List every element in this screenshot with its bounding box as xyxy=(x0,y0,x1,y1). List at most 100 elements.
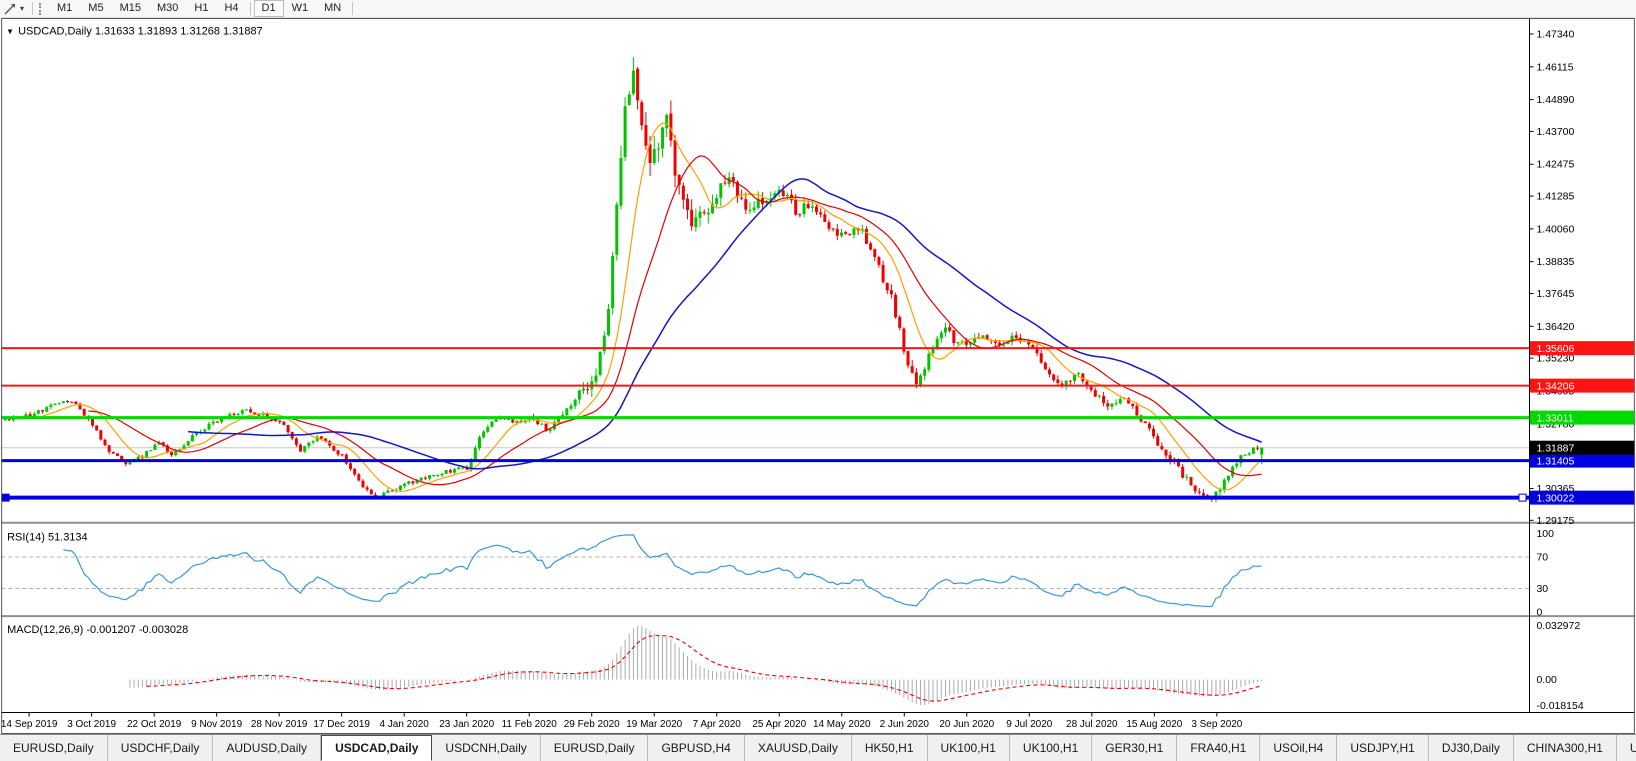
svg-text:1.38835: 1.38835 xyxy=(1536,257,1574,268)
trendline-tool-glyph xyxy=(3,2,17,16)
svg-text:20 Jun 2020: 20 Jun 2020 xyxy=(939,719,994,730)
price-badge-1.31405: 1.31405 xyxy=(1530,454,1634,468)
timeframe-toolbar: ▾ M1M5M15M30H1H4 D1W1MN xyxy=(0,0,1636,18)
toolbar-separator xyxy=(352,2,353,15)
svg-text:3 Sep 2020: 3 Sep 2020 xyxy=(1191,719,1242,730)
svg-text:17 Dec 2019: 17 Dec 2019 xyxy=(313,719,370,730)
candlesticks xyxy=(4,57,1264,502)
svg-text:-0.018154: -0.018154 xyxy=(1536,701,1583,712)
chart-tab-usdjpy-h1[interactable]: USDJPY,H1 xyxy=(1337,735,1428,761)
chart-collapse-icon[interactable]: ▼ xyxy=(6,27,14,36)
chart-tab-usdcad-daily[interactable]: USDCAD,Daily xyxy=(321,735,432,761)
svg-text:23 Jan 2020: 23 Jan 2020 xyxy=(439,719,494,730)
timeframe-button-m30[interactable]: M30 xyxy=(149,0,186,17)
svg-text:30: 30 xyxy=(1536,584,1548,595)
rsi-label: RSI(14) 51.3134 xyxy=(7,531,88,543)
svg-text:1.33011: 1.33011 xyxy=(1536,414,1573,425)
chart-tab-audusd-daily[interactable]: AUDUSD,Daily xyxy=(213,735,321,761)
timeframe-button-mn[interactable]: MN xyxy=(316,0,349,17)
svg-text:1.35230: 1.35230 xyxy=(1536,354,1574,365)
macd-histogram xyxy=(130,626,1262,705)
line-handle-right[interactable] xyxy=(1519,494,1526,501)
svg-text:1.31405: 1.31405 xyxy=(1536,457,1574,468)
svg-text:22 Oct 2019: 22 Oct 2019 xyxy=(127,719,182,730)
svg-text:15 Aug 2020: 15 Aug 2020 xyxy=(1126,719,1182,730)
chart-tab-usdchf-daily[interactable]: USDCHF,Daily xyxy=(108,735,214,761)
svg-text:1.31887: 1.31887 xyxy=(1536,444,1574,455)
chart-ohlc-header: USDCAD,Daily 1.31633 1.31893 1.31268 1.3… xyxy=(18,25,263,37)
svg-text:9 Nov 2019: 9 Nov 2019 xyxy=(191,719,242,730)
chart-tab-eurusd-daily[interactable]: EURUSD,Daily xyxy=(541,735,649,761)
price-badge-1.31887: 1.31887 xyxy=(1530,441,1634,455)
timeframe-button-m15[interactable]: M15 xyxy=(112,0,149,17)
timeframe-button-d1[interactable]: D1 xyxy=(254,0,284,17)
svg-text:9 Jul 2020: 9 Jul 2020 xyxy=(1006,719,1052,730)
svg-text:100: 100 xyxy=(1536,529,1554,540)
chart-tab-eurusd-daily[interactable]: EURUSD,Daily xyxy=(0,735,108,761)
timeframe-button-m1[interactable]: M1 xyxy=(49,0,80,17)
macd-label: MACD(12,26,9) -0.001207 -0.003028 xyxy=(7,624,188,636)
chart-tab-dj30-daily[interactable]: DJ30,Daily xyxy=(1429,735,1514,761)
svg-text:1.29175: 1.29175 xyxy=(1536,516,1574,527)
chart-tab-gbpusd-h4[interactable]: GBPUSD,H4 xyxy=(648,735,744,761)
chart-tab-uk100-h1[interactable]: UK100,H1 xyxy=(1010,735,1092,761)
draw-tool-dropdown-caret-icon[interactable]: ▾ xyxy=(19,1,29,16)
timeframe-button-w1[interactable]: W1 xyxy=(284,0,317,17)
toolbar-separator xyxy=(32,2,33,15)
chart-tab-hk50-h1[interactable]: HK50,H1 xyxy=(852,735,928,761)
chart-tab-xauusd-daily[interactable]: XAUUSD,Daily xyxy=(745,735,852,761)
trendline-tool-icon[interactable] xyxy=(1,1,19,16)
svg-text:14 Sep 2019: 14 Sep 2019 xyxy=(1,719,58,730)
timeframe-button-h1[interactable]: H1 xyxy=(186,0,216,17)
svg-text:0.032972: 0.032972 xyxy=(1536,621,1580,632)
svg-text:70: 70 xyxy=(1536,552,1548,563)
price-axis[interactable]: 1.473401.461151.448901.437001.424751.412… xyxy=(1530,29,1584,712)
toolbar-separator xyxy=(250,2,251,15)
svg-text:25 Apr 2020: 25 Apr 2020 xyxy=(752,719,806,730)
timeframe-button-m5[interactable]: M5 xyxy=(80,0,111,17)
price-badge-1.30022: 1.30022 xyxy=(1530,491,1634,505)
line-handle-left[interactable] xyxy=(2,494,9,501)
price-badge-1.33011: 1.33011 xyxy=(1530,411,1634,425)
svg-text:1.41285: 1.41285 xyxy=(1536,192,1574,203)
rsi-line xyxy=(63,535,1261,607)
chart-tabs-bar: EURUSD,DailyUSDCHF,DailyAUDUSD,DailyUSDC… xyxy=(0,734,1636,761)
svg-text:0: 0 xyxy=(1536,608,1542,619)
svg-text:0.00: 0.00 xyxy=(1536,675,1557,686)
svg-text:1.47340: 1.47340 xyxy=(1536,29,1574,40)
toolbar-grip-handle[interactable] xyxy=(39,3,44,15)
svg-text:19 Mar 2020: 19 Mar 2020 xyxy=(626,719,682,730)
chart-tab-ger30-h1[interactable]: GER30,H1 xyxy=(1092,735,1177,761)
svg-text:1.34206: 1.34206 xyxy=(1536,382,1574,393)
svg-text:1.44890: 1.44890 xyxy=(1536,95,1574,106)
svg-text:28 Nov 2019: 28 Nov 2019 xyxy=(251,719,308,730)
svg-text:1.42475: 1.42475 xyxy=(1536,160,1574,171)
ma-slow-line xyxy=(188,179,1262,469)
mt4-window: ▾ M1M5M15M30H1H4 D1W1MN 1.47340 1.46115 1.4… xyxy=(0,0,1636,761)
chart-tab-china300-h1[interactable]: CHINA300,H1 xyxy=(1514,735,1617,761)
svg-text:29 Feb 2020: 29 Feb 2020 xyxy=(564,719,620,730)
svg-text:28 Jul 2020: 28 Jul 2020 xyxy=(1066,719,1118,730)
price-badge-1.34206: 1.34206 xyxy=(1530,379,1634,393)
chart-tab-usdcnh-daily[interactable]: USDCNH,Daily xyxy=(432,735,540,761)
chart-area[interactable]: 1.473401.461151.448901.437001.424751.412… xyxy=(0,18,1636,734)
ma-fast-line xyxy=(43,123,1262,491)
svg-text:1.37645: 1.37645 xyxy=(1536,289,1574,300)
svg-text:1.46115: 1.46115 xyxy=(1536,62,1573,73)
chart-tab-usoil-h4[interactable]: USOil,H4 xyxy=(1260,735,1337,761)
chart-tab-uk100-h1[interactable]: UK100,H1 xyxy=(928,735,1010,761)
svg-text:7 Apr 2020: 7 Apr 2020 xyxy=(693,719,742,730)
chart-window-frame xyxy=(2,18,1635,733)
svg-text:2 Jun 2020: 2 Jun 2020 xyxy=(880,719,930,730)
svg-text:3 Oct 2019: 3 Oct 2019 xyxy=(67,719,116,730)
svg-text:1.40060: 1.40060 xyxy=(1536,224,1574,235)
date-axis[interactable]: 14 Sep 2019 3 Oct 2019 22 Oct 2019 9 Nov 20… xyxy=(1,713,1243,730)
timeframe-button-h4[interactable]: H4 xyxy=(216,0,246,17)
chart-tab-fra40-h1[interactable]: FRA40,H1 xyxy=(1177,735,1260,761)
chart-tab-usoil-h1[interactable]: USOil,H1 xyxy=(1617,735,1636,761)
svg-text:1.36420: 1.36420 xyxy=(1536,322,1574,333)
svg-text:1.35606: 1.35606 xyxy=(1536,344,1574,355)
svg-text:4 Jan 2020: 4 Jan 2020 xyxy=(380,719,430,730)
price-badge-1.35606: 1.35606 xyxy=(1530,341,1634,355)
svg-text:1.30022: 1.30022 xyxy=(1536,494,1574,505)
